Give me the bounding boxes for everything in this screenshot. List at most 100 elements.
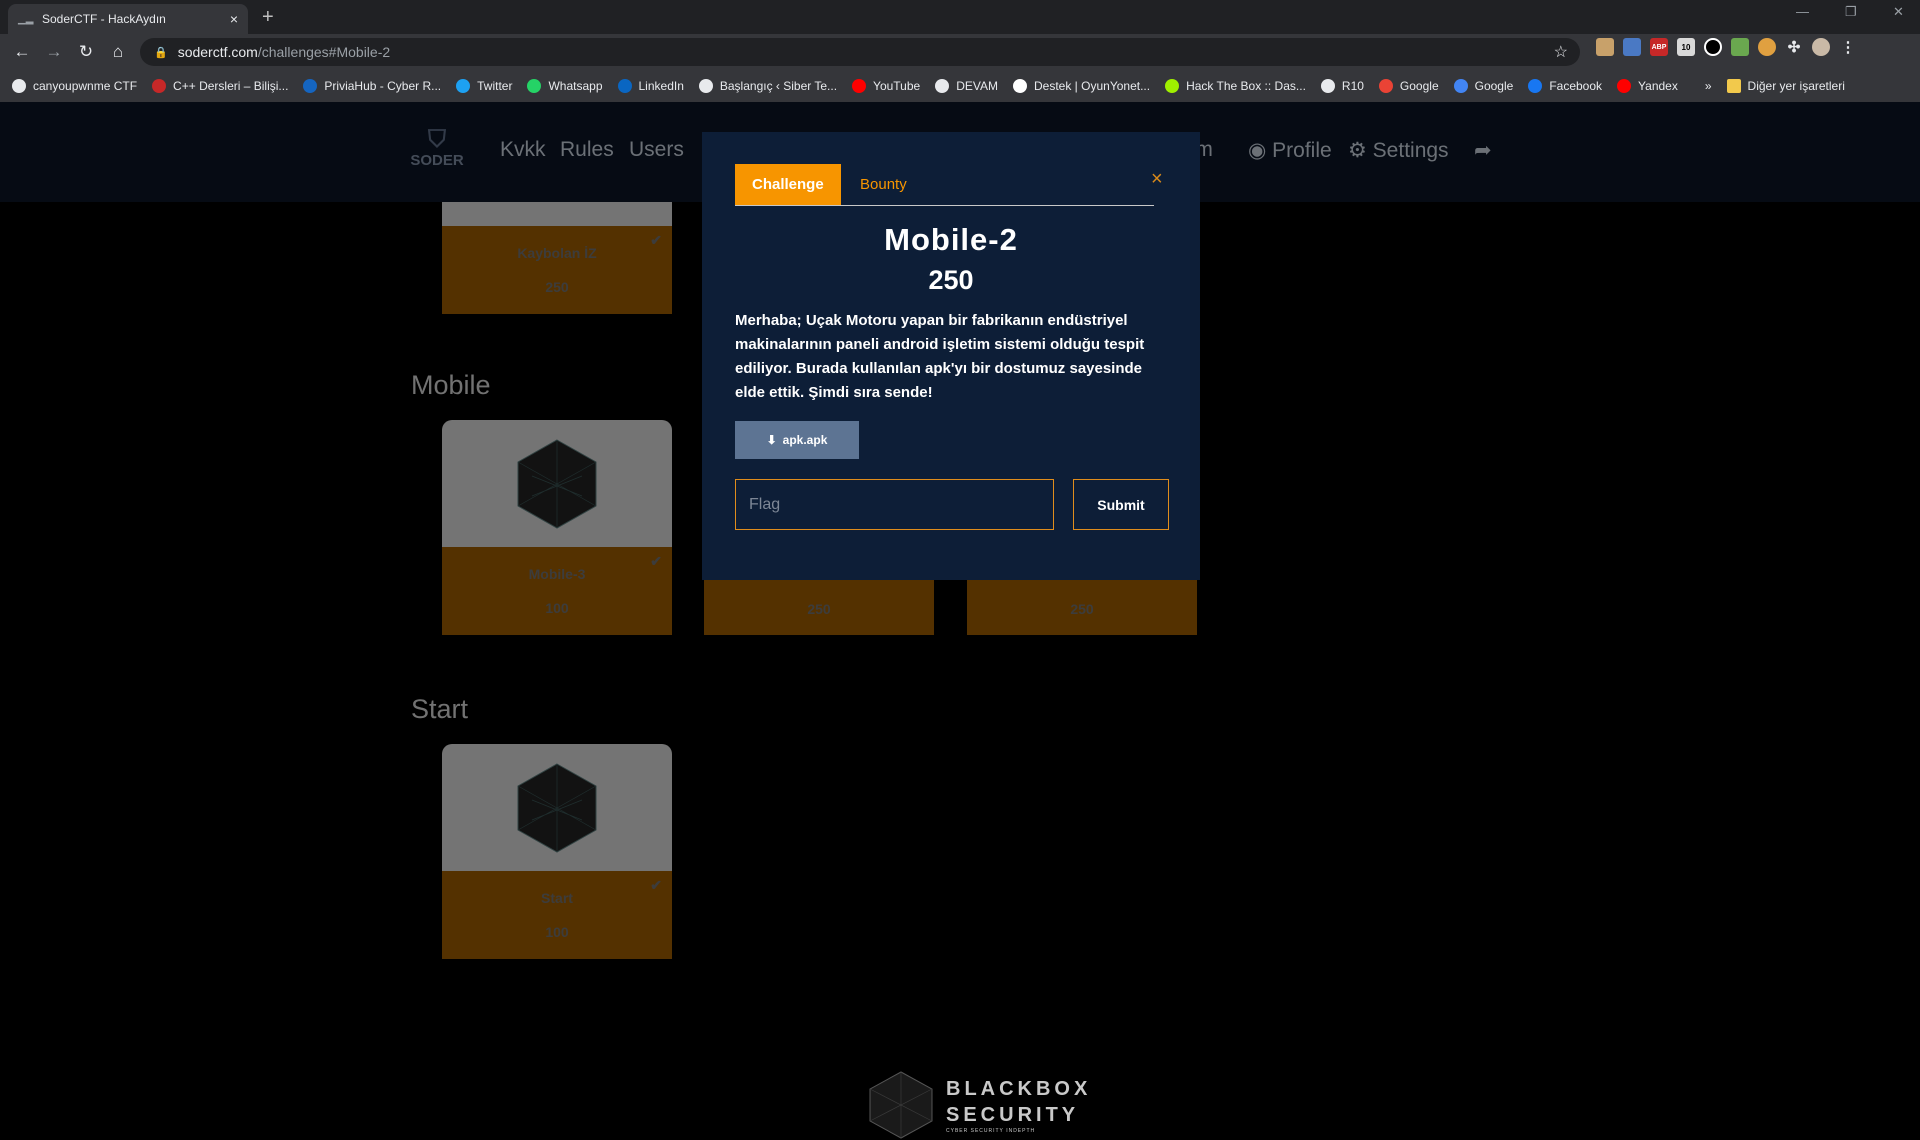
extension-badge-icon[interactable]: 10 bbox=[1677, 38, 1695, 56]
bookmark-favicon-icon bbox=[527, 79, 542, 93]
bookmarks-overflow-icon[interactable]: » bbox=[1705, 79, 1712, 93]
bookmark-label: Facebook bbox=[1549, 79, 1603, 93]
bookmark-label: Hack The Box :: Das... bbox=[1186, 79, 1306, 93]
bookmark-favicon-icon bbox=[1013, 79, 1027, 93]
tab-title: SoderCTF - HackAydın bbox=[42, 12, 166, 26]
download-file-button[interactable]: ⬇ apk.apk bbox=[735, 421, 859, 459]
tab-bounty[interactable]: Bounty bbox=[843, 164, 924, 205]
extensions-puzzle-icon[interactable]: ✣ bbox=[1785, 38, 1803, 56]
blackbox-text: BLACKBOX bbox=[946, 1078, 1092, 1100]
bookmark-favicon-icon bbox=[1378, 79, 1393, 93]
bookmark-favicon-icon bbox=[935, 79, 950, 93]
bookmark-item[interactable]: LinkedIn bbox=[617, 79, 684, 93]
bookmark-label: Twitter bbox=[477, 79, 513, 93]
other-bookmarks-folder[interactable]: Diğer yer işaretleri bbox=[1726, 79, 1845, 93]
address-bar[interactable]: 🔒 soderctf.com/challenges#Mobile-2 ☆ bbox=[140, 38, 1580, 66]
bookmark-label: Google bbox=[1474, 79, 1514, 93]
bookmark-favicon-icon bbox=[698, 79, 713, 93]
bookmark-favicon-icon bbox=[12, 79, 26, 93]
bookmark-favicon-icon bbox=[1528, 79, 1543, 93]
bookmark-item[interactable]: DEVAM bbox=[935, 79, 998, 93]
bookmark-label: Başlangıç ‹ Siber Te... bbox=[719, 79, 838, 93]
modal-tabs: Challenge Bounty bbox=[735, 164, 1154, 206]
bookmark-item[interactable]: R10 bbox=[1320, 79, 1364, 93]
tab-challenge[interactable]: Challenge bbox=[735, 164, 841, 205]
lock-icon: 🔒 bbox=[154, 46, 168, 59]
flag-input[interactable] bbox=[735, 479, 1054, 530]
bookmark-item[interactable]: Hack The Box :: Das... bbox=[1165, 79, 1306, 93]
extension-mail-icon[interactable] bbox=[1596, 38, 1614, 56]
file-label: apk.apk bbox=[782, 433, 828, 447]
new-tab-button[interactable]: + bbox=[262, 6, 274, 29]
challenge-name: Mobile-2 bbox=[884, 222, 1018, 257]
browser-tab[interactable]: ▁▂ SoderCTF - HackAydın × bbox=[8, 4, 248, 34]
challenge-modal: Challenge Bounty × Mobile-2 250 Merhaba;… bbox=[702, 132, 1200, 580]
bookmark-label: canyoupwnme CTF bbox=[33, 79, 138, 93]
bookmark-label: Whatsapp bbox=[548, 79, 603, 93]
bookmarks-bar: canyoupwnme CTF C++ Dersleri – Bilişi... P… bbox=[0, 70, 1920, 102]
bookmark-label: Destek | OyunYonet... bbox=[1034, 79, 1151, 93]
download-icon: ⬇ bbox=[766, 433, 777, 447]
bookmark-item[interactable]: YouTube bbox=[852, 79, 920, 93]
folder-icon bbox=[1726, 79, 1741, 93]
bookmark-label: PriviaHub - Cyber R... bbox=[324, 79, 442, 93]
back-icon[interactable]: ← bbox=[6, 42, 38, 62]
bookmark-item[interactable]: Twitter bbox=[456, 79, 512, 93]
bookmark-label: Google bbox=[1399, 79, 1439, 93]
bookmark-favicon-icon bbox=[617, 79, 632, 93]
extension-cookie-icon[interactable] bbox=[1758, 38, 1776, 56]
bookmark-label: YouTube bbox=[873, 79, 921, 93]
extensions-area: ABP 10 ✣ ⋮ bbox=[1596, 38, 1857, 56]
bookmark-label: R10 bbox=[1341, 79, 1364, 93]
extension-android-icon[interactable] bbox=[1731, 38, 1749, 56]
url-path: /challenges#Mobile-2 bbox=[257, 44, 391, 60]
bookmark-favicon-icon bbox=[456, 79, 471, 93]
bookmark-favicon-icon bbox=[852, 79, 867, 93]
url-host: soderctf.com bbox=[177, 44, 258, 60]
bookmark-label: LinkedIn bbox=[638, 79, 684, 93]
bookmark-label: C++ Dersleri – Bilişi... bbox=[173, 79, 289, 93]
bookmark-item[interactable]: Google bbox=[1453, 79, 1514, 93]
challenge-description: Merhaba; Uçak Motoru yapan bir fabrikanı… bbox=[735, 312, 1145, 401]
close-icon[interactable]: × bbox=[1151, 168, 1163, 191]
bookmark-item[interactable]: PriviaHub - Cyber R... bbox=[303, 79, 441, 93]
bookmark-favicon-icon bbox=[1165, 79, 1180, 93]
bookmark-favicon-icon bbox=[1320, 79, 1335, 93]
minimize-icon[interactable]: — bbox=[1796, 4, 1809, 19]
bookmark-item[interactable]: C++ Dersleri – Bilişi... bbox=[152, 79, 288, 93]
browser-menu-icon[interactable]: ⋮ bbox=[1839, 38, 1857, 56]
reload-icon[interactable]: ↻ bbox=[70, 42, 102, 62]
extension-chat-icon[interactable] bbox=[1704, 38, 1722, 56]
window-close-icon[interactable]: ✕ bbox=[1893, 4, 1904, 20]
extension-abp-icon[interactable]: ABP bbox=[1650, 38, 1668, 56]
bookmark-favicon-icon bbox=[1453, 79, 1468, 93]
other-bookmarks-label: Diğer yer işaretleri bbox=[1747, 79, 1845, 93]
browser-tab-bar: ▁▂ SoderCTF - HackAydın × + — ❐ ✕ bbox=[0, 0, 1920, 34]
bookmark-item[interactable]: Destek | OyunYonet... bbox=[1013, 79, 1150, 93]
bookmark-item[interactable]: Google bbox=[1378, 79, 1439, 93]
restore-icon[interactable]: ❐ bbox=[1845, 4, 1857, 20]
tab-close-icon[interactable]: × bbox=[230, 11, 238, 27]
bookmark-favicon-icon bbox=[303, 79, 318, 93]
bookmark-item[interactable]: Facebook bbox=[1528, 79, 1602, 93]
challenge-value: 250 bbox=[928, 265, 974, 295]
tagline-text: CYBER SECURITY INDEPTH bbox=[946, 1128, 1036, 1134]
bookmark-favicon-icon bbox=[1617, 79, 1632, 93]
blackbox-security-logo: BLACKBOX SECURITY CYBER SECURITY INDEPTH bbox=[866, 1070, 1091, 1140]
home-icon[interactable]: ⌂ bbox=[102, 42, 134, 62]
submit-button[interactable]: Submit bbox=[1073, 479, 1169, 530]
site-favicon-icon: ▁▂ bbox=[18, 14, 34, 25]
bookmark-item[interactable]: Yandex bbox=[1617, 79, 1678, 93]
blackbox-hexagon-icon bbox=[869, 1071, 933, 1139]
bookmark-star-icon[interactable]: ☆ bbox=[1554, 42, 1568, 62]
security-text: SECURITY bbox=[946, 1104, 1080, 1126]
bookmark-item[interactable]: canyoupwnme CTF bbox=[12, 79, 137, 93]
bookmark-item[interactable]: Whatsapp bbox=[527, 79, 603, 93]
bookmark-item[interactable]: Başlangıç ‹ Siber Te... bbox=[698, 79, 838, 93]
forward-icon[interactable]: → bbox=[38, 42, 70, 62]
bookmark-label: DEVAM bbox=[956, 79, 998, 93]
bookmark-favicon-icon bbox=[152, 79, 167, 93]
profile-avatar[interactable] bbox=[1812, 38, 1830, 56]
extension-translate-icon[interactable] bbox=[1623, 38, 1641, 56]
browser-toolbar: ← → ↻ ⌂ 🔒 soderctf.com/challenges#Mobile… bbox=[0, 34, 1920, 70]
